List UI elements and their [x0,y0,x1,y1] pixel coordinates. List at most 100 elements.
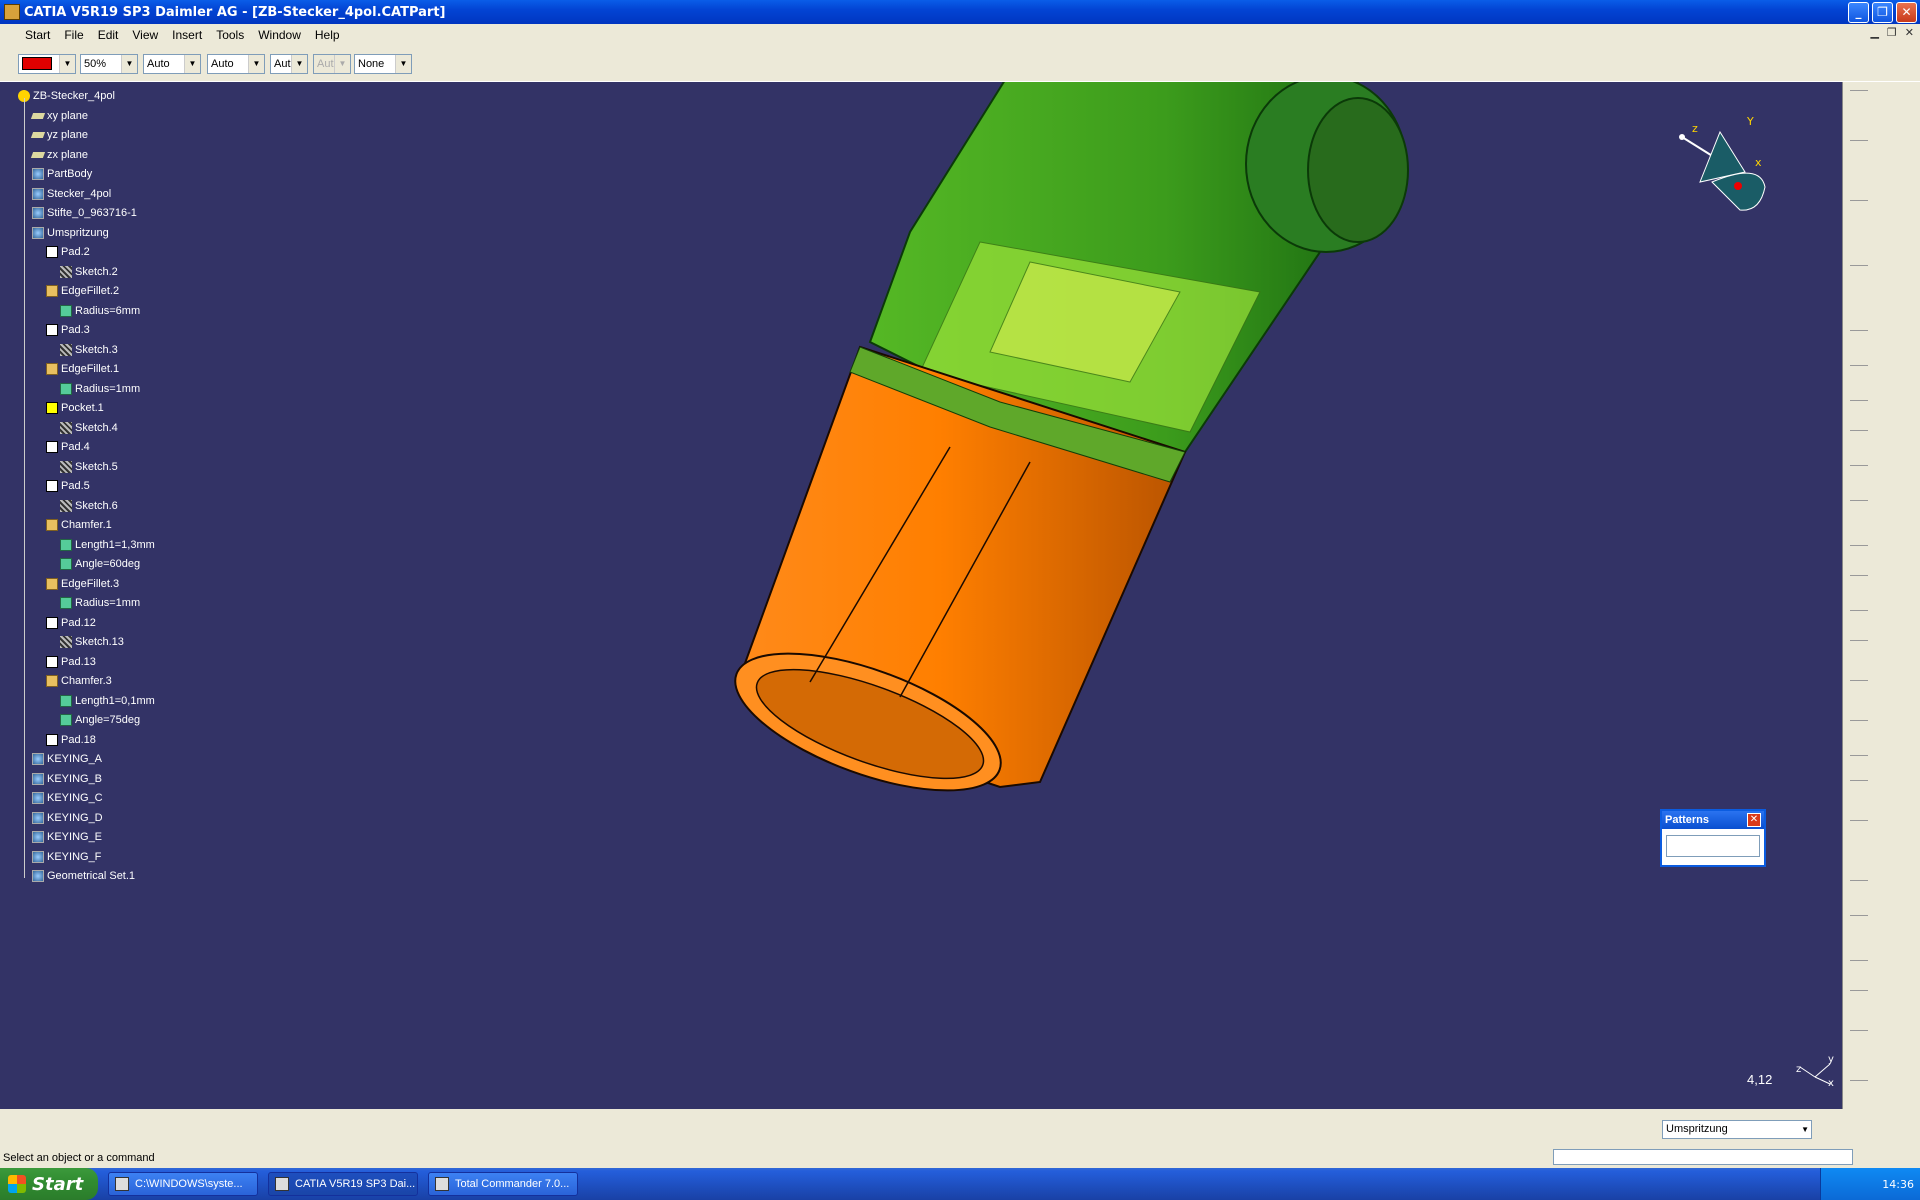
document-window-controls: ▁ ❐ ✕ [1870,26,1914,39]
tree-node[interactable]: Radius=1mm [60,595,140,611]
tree-node[interactable]: Pad.3 [46,322,90,338]
tree-node[interactable]: KEYING_C [32,790,103,806]
tree-node[interactable]: zx plane [30,147,88,163]
tree-node[interactable]: Sketch.5 [60,459,118,475]
plane-icon [30,132,46,138]
tree-node[interactable]: yz plane [30,127,88,143]
power-input-field[interactable] [1553,1149,1853,1165]
menu-edit[interactable]: Edit [91,28,126,42]
menu-file[interactable]: File [57,28,90,42]
tree-node[interactable]: Length1=0,1mm [60,693,155,709]
pad-icon [46,324,58,336]
tree-node[interactable]: Stecker_4pol [32,186,111,202]
toolbar-separator [1850,680,1868,681]
tree-node[interactable]: Sketch.13 [60,634,124,650]
sketch-icon [60,422,72,434]
patterns-input[interactable] [1666,835,1760,857]
catia-app-icon[interactable] [4,4,20,20]
svg-text:z: z [1796,1064,1801,1075]
tree-node[interactable]: KEYING_E [32,829,102,845]
tree-node[interactable]: EdgeFillet.3 [46,576,119,592]
restore-button[interactable]: ❐ [1872,2,1893,23]
tree-node-label: KEYING_D [47,812,103,824]
tree-node[interactable]: Radius=1mm [60,381,140,397]
geometrical-set-icon [32,870,44,882]
toolbar-separator [1850,265,1868,266]
tree-node[interactable]: Umspritzung [32,225,109,241]
tree-node[interactable]: KEYING_F [32,849,101,865]
tree-node[interactable]: EdgeFillet.1 [46,361,119,377]
linetype-combo[interactable]: Auto ▼ [143,54,201,74]
tree-node[interactable]: Sketch.2 [60,264,118,280]
tree-node[interactable]: Angle=60deg [60,556,140,572]
doc-minimize-icon[interactable]: ▁ [1870,26,1878,39]
tree-node[interactable]: Sketch.3 [60,342,118,358]
current-body-combo[interactable]: Umspritzung ▼ [1662,1120,1812,1139]
tree-node-label: KEYING_B [47,773,103,785]
tree-node[interactable]: Sketch.6 [60,498,118,514]
start-button[interactable]: Start [0,1168,98,1200]
layer-combo[interactable]: None ▼ [354,54,412,74]
body-icon [32,792,44,804]
tree-node[interactable]: Sketch.4 [60,420,118,436]
toolbar-separator [1850,140,1868,141]
scale-readout: 4,12 [1747,1072,1773,1087]
3d-viewport[interactable]: z Y x z y x 4,12 [0,82,1843,1109]
tree-node[interactable]: Pad.2 [46,244,90,260]
menu-window[interactable]: Window [251,28,308,42]
tree-node[interactable]: Pad.12 [46,615,96,631]
toolbar-separator [1850,465,1868,466]
toolbar-separator [1850,640,1868,641]
thickness-combo[interactable]: Auto ▼ [207,54,265,74]
menu-view[interactable]: View [125,28,165,42]
doc-close-icon[interactable]: ✕ [1905,26,1914,39]
doc-restore-icon[interactable]: ❐ [1887,26,1897,39]
taskbar-item-cmd[interactable]: C:\WINDOWS\syste... [108,1172,258,1196]
tree-node[interactable]: Geometrical Set.1 [32,868,135,884]
menu-insert[interactable]: Insert [165,28,209,42]
transparency-combo[interactable]: 50% ▼ [80,54,138,74]
minimize-button[interactable]: _ [1848,2,1869,23]
tree-node[interactable]: Pad.13 [46,654,96,670]
taskbar-item-total-commander[interactable]: Total Commander 7.0... [428,1172,578,1196]
tree-node[interactable]: Pad.5 [46,478,90,494]
menu-start[interactable]: Start [18,28,57,42]
windows-taskbar: Start C:\WINDOWS\syste... CATIA V5R19 SP… [0,1168,1920,1200]
toolbar-separator [1850,400,1868,401]
tree-node[interactable]: Radius=6mm [60,303,140,319]
tree-node[interactable]: Chamfer.3 [46,673,112,689]
tree-node[interactable]: Chamfer.1 [46,517,112,533]
tree-node[interactable]: Pad.4 [46,439,90,455]
taskbar-item-catia[interactable]: CATIA V5R19 SP3 Dai... [268,1172,418,1196]
tree-node[interactable]: KEYING_D [32,810,103,826]
compass-icon[interactable]: z Y x [1679,115,1766,211]
toolbar-separator [1850,90,1868,91]
parameter-icon [60,383,72,395]
point-combo[interactable]: Aut ▼ [270,54,308,74]
tree-node[interactable]: xy plane [30,108,88,124]
tree-node[interactable]: Pad.18 [46,732,96,748]
body-icon [32,168,44,180]
tree-node-label: KEYING_F [47,851,102,863]
tree-node[interactable]: Length1=1,3mm [60,537,155,553]
tree-node[interactable]: Angle=75deg [60,712,140,728]
tree-node[interactable]: PartBody [32,166,92,182]
tree-node-label: Angle=60deg [75,558,141,570]
tree-node[interactable]: KEYING_A [32,751,102,767]
menu-tools[interactable]: Tools [209,28,251,42]
tree-node[interactable]: Pocket.1 [46,400,104,416]
tree-node[interactable]: EdgeFillet.2 [46,283,119,299]
patterns-close-button[interactable]: ✕ [1747,813,1761,827]
tree-root[interactable]: ZB-Stecker_4pol [18,88,115,104]
close-button[interactable]: ✕ [1896,2,1917,23]
menu-help[interactable]: Help [308,28,347,42]
toolbar-separator [1850,575,1868,576]
right-toolbar-dock [1843,82,1920,1109]
tree-node[interactable]: Stifte_0_963716-1 [32,205,137,221]
svg-text:x: x [1755,156,1762,169]
body-icon [32,773,44,785]
body-icon [32,753,44,765]
tree-node-label: Umspritzung [47,227,109,239]
tree-node[interactable]: KEYING_B [32,771,102,787]
tree-node-label: Pad.12 [61,617,96,629]
